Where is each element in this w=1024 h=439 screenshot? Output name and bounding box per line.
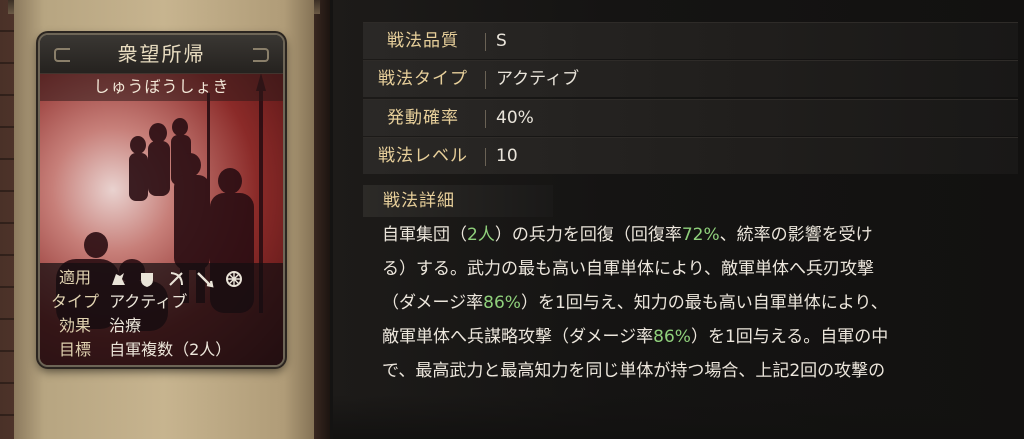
stat-row-probability: 発動確率 40% bbox=[363, 99, 1018, 136]
ornament-left-icon bbox=[54, 48, 70, 62]
stat-row-level: 戦法レベル 10 bbox=[363, 137, 1018, 174]
description-line: 自軍集団（2人）の兵力を回復（回復率72%、統率の影響を受け bbox=[382, 218, 1022, 252]
stat-value: S bbox=[496, 31, 507, 51]
divider bbox=[485, 148, 486, 166]
spear-icon bbox=[197, 271, 214, 288]
description-text: ）を1回与える。自軍の中 bbox=[690, 327, 889, 347]
cavalry-icon bbox=[112, 272, 126, 285]
info-label: 効果 bbox=[58, 316, 91, 335]
tactic-card-title: 衆望所帰 bbox=[40, 35, 283, 74]
detail-heading-label: 戦法詳細 bbox=[383, 191, 455, 211]
description-text: ）の兵力を回復（回復率 bbox=[494, 225, 682, 245]
stat-row-type: 戦法タイプ アクティブ bbox=[363, 60, 1018, 97]
info-value: 治療 bbox=[109, 316, 142, 335]
highlight-value: 86% bbox=[483, 293, 521, 313]
description-text: 、統率の影響を受け bbox=[719, 225, 873, 245]
detail-heading: 戦法詳細 bbox=[363, 185, 553, 217]
description-text: 敵軍単体へ兵謀略攻撃（ダメージ率 bbox=[382, 327, 654, 347]
chariot-icon bbox=[226, 270, 243, 287]
description-text: で、最高武力と最高知力を同じ単体が持つ場合、上記2回の攻撃の bbox=[382, 361, 886, 381]
divider bbox=[485, 71, 486, 89]
shield-icon bbox=[141, 272, 154, 287]
archer-icon bbox=[169, 271, 184, 286]
info-value: アクティブ bbox=[109, 292, 188, 311]
description-line: 敵軍単体へ兵謀略攻撃（ダメージ率86%）を1回与える。自軍の中 bbox=[382, 320, 1022, 354]
tactic-card[interactable]: 衆望所帰 しゅうぼうしょき 適用 タイプ アクティブ 効果 治療 目標 自軍複数… bbox=[38, 33, 285, 367]
stat-label: 戦法タイプ bbox=[378, 69, 468, 89]
stat-value: アクティブ bbox=[496, 69, 580, 89]
stat-label: 戦法レベル bbox=[378, 146, 468, 166]
description-line: （ダメージ率86%）を1回与え、知力の最も高い自軍単体により、 bbox=[382, 286, 1022, 320]
info-label: 適用 bbox=[58, 268, 91, 287]
card-info-panel: 適用 タイプ アクティブ 効果 治療 目標 自軍複数（2人） bbox=[40, 263, 283, 365]
info-value: 自軍複数（2人） bbox=[109, 340, 232, 359]
info-row-type: タイプ アクティブ bbox=[46, 291, 187, 313]
stat-label: 戦法品質 bbox=[387, 31, 459, 51]
stat-value: 10 bbox=[496, 146, 518, 166]
divider bbox=[485, 110, 486, 128]
stat-label: 発動確率 bbox=[387, 108, 459, 128]
text-fade-overlay bbox=[333, 395, 1024, 439]
tactic-reading: しゅうぼうしょき bbox=[40, 73, 283, 101]
info-row-target: 目標 自軍複数（2人） bbox=[46, 339, 231, 361]
info-row-applicable: 適用 bbox=[46, 267, 249, 289]
divider bbox=[485, 33, 486, 51]
highlight-value: 2人 bbox=[467, 225, 495, 245]
tactic-name: 衆望所帰 bbox=[117, 42, 206, 66]
info-row-effect: 効果 治療 bbox=[46, 315, 141, 337]
info-label: 目標 bbox=[58, 340, 91, 359]
highlight-value: 72% bbox=[681, 225, 720, 245]
description-text: ）を1回与え、知力の最も高い自軍単体により、 bbox=[520, 293, 888, 313]
description-text: 自軍集団（ bbox=[382, 225, 467, 245]
info-label: タイプ bbox=[50, 292, 99, 311]
stat-value: 40% bbox=[496, 108, 534, 128]
description-line: で、最高武力と最高知力を同じ単体が持つ場合、上記2回の攻撃の bbox=[382, 354, 1022, 388]
description-text: る）する。武力の最も高い自軍単体により、敵軍単体へ兵刃攻撃 bbox=[382, 259, 874, 279]
tactic-description: 自軍集団（2人）の兵力を回復（回復率72%、統率の影響を受ける）する。武力の最も… bbox=[382, 218, 1022, 388]
wall-divider bbox=[312, 0, 330, 439]
highlight-value: 86% bbox=[653, 327, 691, 347]
description-text: （ダメージ率 bbox=[382, 293, 484, 313]
description-line: る）する。武力の最も高い自軍単体により、敵軍単体へ兵刃攻撃 bbox=[382, 252, 1022, 286]
stat-row-quality: 戦法品質 S bbox=[363, 22, 1018, 59]
ornament-right-icon bbox=[253, 48, 269, 62]
